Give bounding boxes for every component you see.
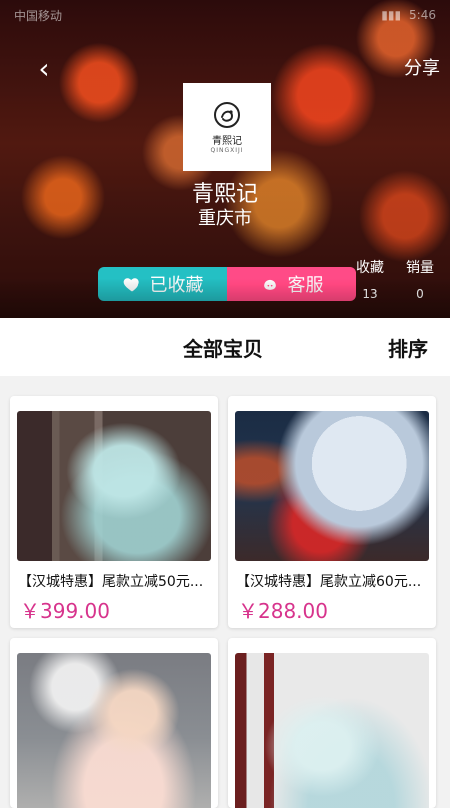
- heart-icon: [123, 278, 139, 292]
- product-price: ￥288.00: [238, 599, 328, 623]
- tab-all-items[interactable]: 全部宝贝: [183, 333, 263, 362]
- product-card[interactable]: [10, 638, 218, 808]
- product-title: 【汉城特惠】尾款立减60元...: [236, 574, 422, 590]
- product-grid: 【汉城特惠】尾款立减50元... ￥399.00 【汉城特惠】尾款立减60元..…: [0, 388, 450, 808]
- product-tabs: 全部宝贝 排序: [0, 318, 450, 376]
- favorites-stat-label: 收藏: [356, 260, 384, 276]
- product-card[interactable]: [228, 638, 436, 808]
- product-card[interactable]: 【汉城特惠】尾款立减60元... ￥288.00: [228, 396, 436, 628]
- customer-service-label: 客服: [287, 275, 324, 296]
- tab-sort[interactable]: 排序: [388, 333, 428, 362]
- product-title: 【汉城特惠】尾款立减50元...: [18, 574, 204, 590]
- shop-header: 中国移动 ▮▮▮ 5:46 ‹ 分享 青熙记 QINGXIJI 青熙记 重庆市 …: [0, 0, 450, 318]
- shop-stats: 收藏 13 销量 0: [352, 257, 438, 301]
- status-bar: 中国移动 ▮▮▮ 5:46: [0, 0, 450, 30]
- product-price: ￥399.00: [20, 599, 110, 623]
- sales-stat: 销量 0: [402, 257, 438, 301]
- product-image: [17, 653, 211, 808]
- share-button[interactable]: 分享: [404, 54, 440, 80]
- shop-actions: 已收藏 客服: [98, 267, 356, 301]
- favorites-stat: 收藏 13: [352, 257, 388, 301]
- sales-stat-label: 销量: [406, 260, 434, 276]
- back-button[interactable]: ‹: [30, 55, 58, 83]
- shop-logo-text: 青熙记: [212, 136, 242, 147]
- customer-service-button[interactable]: 客服: [227, 267, 356, 301]
- carrier-text: 中国移动: [14, 8, 63, 23]
- signal-icon: ▮▮▮: [381, 8, 402, 22]
- chat-icon: [263, 279, 276, 290]
- shop-logo-mark-icon: [214, 102, 240, 128]
- chevron-left-icon: ‹: [38, 52, 50, 85]
- shop-city: 重庆市: [198, 208, 252, 229]
- favorite-label: 已收藏: [149, 275, 204, 296]
- product-image: [235, 411, 429, 561]
- shop-logo: 青熙记 QINGXIJI: [183, 83, 271, 171]
- favorites-stat-value: 13: [362, 287, 378, 301]
- product-image: [235, 653, 429, 808]
- favorite-button[interactable]: 已收藏: [98, 267, 227, 301]
- time-text: 5:46: [409, 8, 436, 22]
- product-image: [17, 411, 211, 561]
- sales-stat-value: 0: [416, 287, 424, 301]
- shop-logo-subtext: QINGXIJI: [210, 147, 244, 154]
- product-card[interactable]: 【汉城特惠】尾款立减50元... ￥399.00: [10, 396, 218, 628]
